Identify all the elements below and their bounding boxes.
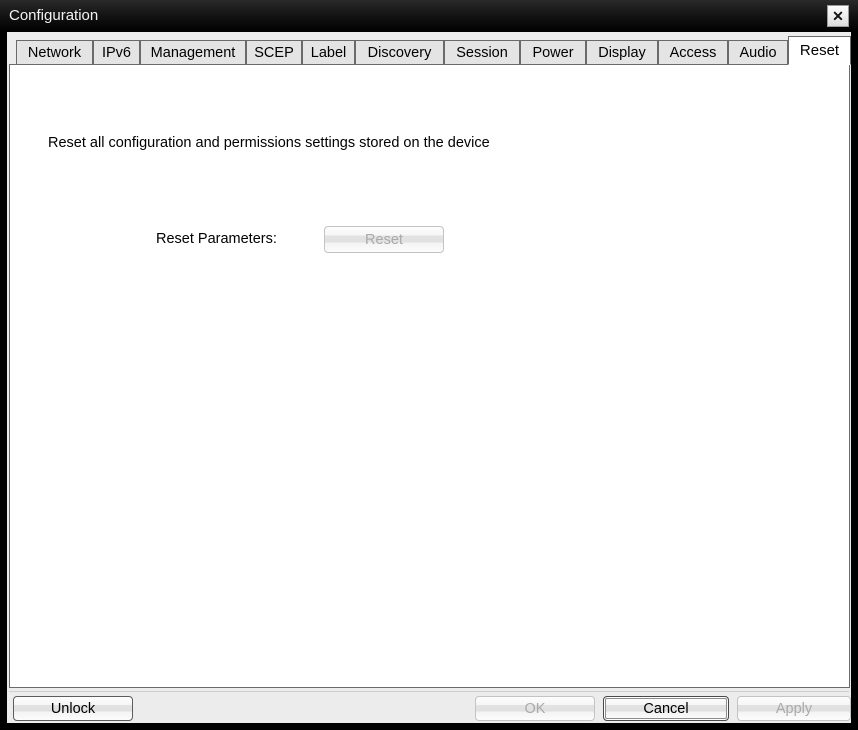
title-bar: Configuration ✕ bbox=[0, 0, 858, 32]
tab-power[interactable]: Power bbox=[520, 40, 586, 65]
tab-strip: Network IPv6 Management SCEP Label Discovery S… bbox=[9, 36, 851, 65]
tab-panel-reset: Reset all configuration and permissions … bbox=[9, 64, 850, 688]
close-icon: ✕ bbox=[832, 8, 844, 24]
tab-access[interactable]: Access bbox=[658, 40, 728, 65]
window-title: Configuration bbox=[9, 7, 99, 24]
ok-button[interactable]: OK bbox=[475, 696, 595, 721]
configuration-window: Configuration ✕ Network IPv6 Management SCE… bbox=[0, 0, 858, 730]
footer-button-bar: Unlock OK Cancel Apply bbox=[7, 691, 851, 723]
close-button[interactable]: ✕ bbox=[827, 5, 849, 27]
tab-reset[interactable]: Reset bbox=[788, 36, 851, 65]
tab-label[interactable]: Label bbox=[302, 40, 355, 65]
apply-button[interactable]: Apply bbox=[737, 696, 851, 721]
tab-ipv6[interactable]: IPv6 bbox=[93, 40, 140, 65]
tab-network[interactable]: Network bbox=[16, 40, 93, 65]
reset-parameters-row: Reset Parameters: Reset bbox=[10, 226, 849, 254]
cancel-button[interactable]: Cancel bbox=[603, 696, 729, 721]
tab-session[interactable]: Session bbox=[444, 40, 520, 65]
footer-divider bbox=[9, 691, 849, 692]
tab-discovery[interactable]: Discovery bbox=[355, 40, 444, 65]
unlock-button[interactable]: Unlock bbox=[13, 696, 133, 721]
tab-management[interactable]: Management bbox=[140, 40, 246, 65]
client-area: Network IPv6 Management SCEP Label Discovery S… bbox=[7, 32, 851, 723]
reset-button[interactable]: Reset bbox=[324, 226, 444, 253]
panel-description: Reset all configuration and permissions … bbox=[48, 135, 490, 151]
tab-display[interactable]: Display bbox=[586, 40, 658, 65]
reset-parameters-label: Reset Parameters: bbox=[156, 231, 277, 247]
tab-audio[interactable]: Audio bbox=[728, 40, 788, 65]
tab-scep[interactable]: SCEP bbox=[246, 40, 302, 65]
